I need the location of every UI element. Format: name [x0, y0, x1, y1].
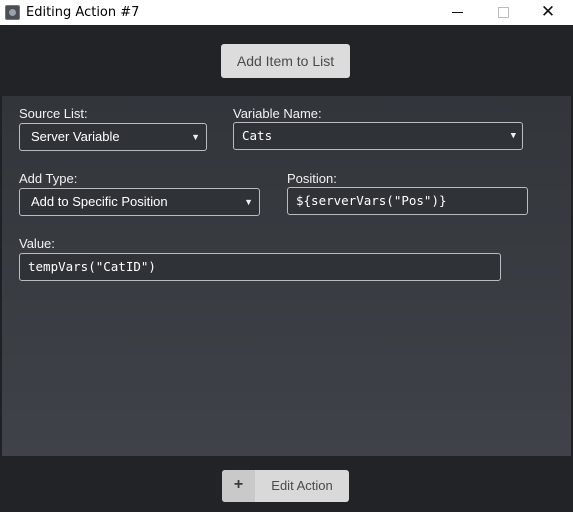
- edit-action-button[interactable]: + Edit Action: [222, 470, 349, 502]
- value-label: Value:: [19, 236, 55, 251]
- add-type-label: Add Type:: [19, 171, 78, 186]
- source-list-select[interactable]: Server Variable ▼: [19, 123, 207, 151]
- source-list-label: Source List:: [19, 106, 88, 121]
- position-input[interactable]: ${serverVars("Pos")}: [287, 187, 528, 215]
- add-item-to-list-button[interactable]: Add Item to List: [221, 44, 350, 78]
- edit-action-label: Edit Action: [271, 478, 333, 493]
- bottom-toolbar: + Edit Action: [0, 456, 573, 512]
- close-button[interactable]: ✕: [525, 0, 571, 25]
- value-input[interactable]: tempVars("CatID"): [19, 253, 501, 281]
- variable-name-select[interactable]: Cats ▼: [233, 122, 523, 150]
- position-label: Position:: [287, 171, 337, 186]
- source-list-value: Server Variable: [31, 129, 120, 144]
- action-form-panel: Source List: Server Variable ▼ Variable …: [2, 96, 571, 456]
- add-type-value: Add to Specific Position: [31, 194, 168, 209]
- maximize-button[interactable]: [480, 0, 526, 25]
- chevron-down-icon: ▼: [510, 131, 516, 141]
- chevron-down-icon: ▼: [191, 132, 200, 142]
- minimize-button[interactable]: [435, 0, 481, 25]
- add-type-select[interactable]: Add to Specific Position ▼: [19, 188, 260, 216]
- position-value: ${serverVars("Pos")}: [296, 193, 447, 208]
- maximize-icon: [498, 7, 509, 18]
- close-icon: ✕: [540, 2, 556, 22]
- window-title: Editing Action #7: [26, 5, 140, 20]
- plus-icon: +: [222, 470, 255, 502]
- minimize-icon: [452, 12, 463, 13]
- app-icon: [5, 5, 20, 20]
- variable-name-value: Cats: [242, 128, 273, 143]
- value-text: tempVars("CatID"): [28, 259, 156, 274]
- top-toolbar: Add Item to List: [0, 25, 573, 96]
- title-bar: Editing Action #7 ✕: [0, 0, 573, 25]
- chevron-down-icon: ▼: [244, 197, 253, 207]
- variable-name-label: Variable Name:: [233, 106, 322, 121]
